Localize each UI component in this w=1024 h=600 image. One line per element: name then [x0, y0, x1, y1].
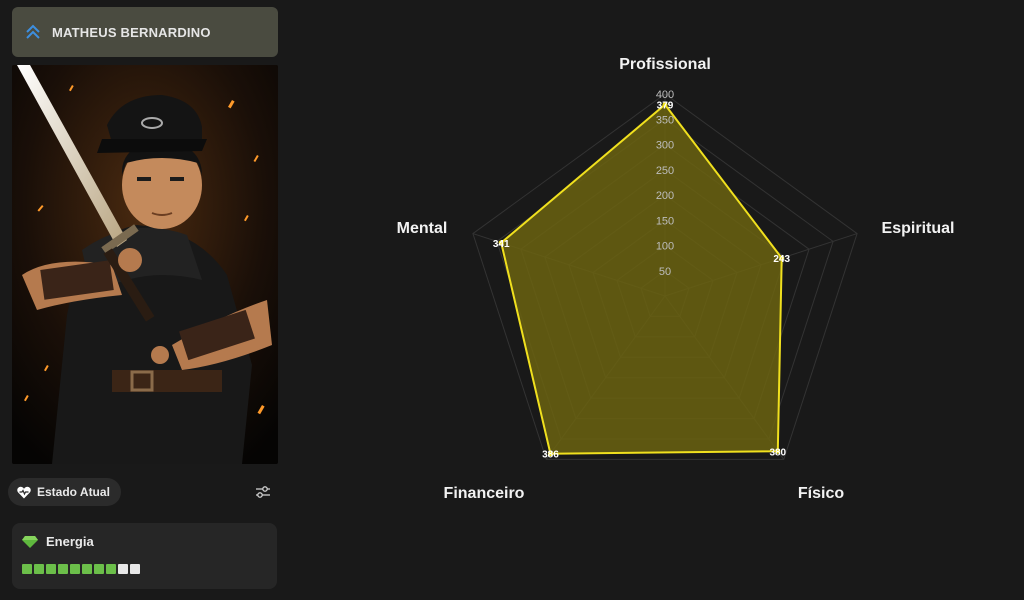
data-label: 380 — [769, 447, 786, 458]
radial-tick-label: 350 — [656, 114, 674, 126]
energy-segment — [82, 564, 92, 574]
energy-title: Energia — [22, 534, 94, 549]
radial-tick-label: 150 — [656, 215, 674, 227]
avatar-illustration — [12, 65, 278, 464]
series-area — [500, 103, 783, 455]
status-label: Estado Atual — [37, 485, 110, 499]
radar-svg: 50 100 150 200 250 300 350 400379 243 380 386 341 Pr… — [397, 56, 955, 502]
energy-segment — [34, 564, 44, 574]
sliders-icon[interactable] — [255, 485, 271, 499]
radial-tick-label: 200 — [656, 190, 674, 202]
gem-icon — [22, 535, 38, 548]
energy-segment — [106, 564, 116, 574]
energy-segment — [70, 564, 80, 574]
status-button[interactable]: Estado Atual — [8, 478, 121, 506]
radial-tick-label: 400 — [656, 89, 674, 101]
energy-segment — [46, 564, 56, 574]
energy-segment — [58, 564, 68, 574]
category-label: Financeiro — [444, 485, 525, 502]
chevrons-up-icon — [26, 24, 40, 39]
profile-name: MATHEUS BERNARDINO — [52, 24, 211, 40]
energy-segment — [118, 564, 128, 574]
energy-card: Energia — [12, 523, 277, 589]
data-label: 379 — [657, 101, 674, 112]
category-label: Físico — [798, 485, 844, 502]
profile-header[interactable]: MATHEUS BERNARDINO — [12, 7, 278, 57]
radial-tick-label: 300 — [656, 140, 674, 152]
category-label: Mental — [397, 220, 448, 237]
avatar — [12, 65, 278, 464]
energy-segment — [94, 564, 104, 574]
radial-tick-label: 250 — [656, 165, 674, 177]
category-label: Profissional — [619, 56, 711, 73]
category-label: Espiritual — [882, 220, 955, 237]
radial-tick-label: 100 — [656, 241, 674, 253]
energy-label: Energia — [46, 534, 94, 549]
data-label: 243 — [773, 254, 790, 265]
radial-tick-label: 50 — [659, 266, 671, 278]
energy-bar — [22, 564, 142, 574]
data-label: 341 — [493, 239, 510, 250]
heart-pulse-icon — [17, 486, 31, 498]
data-label: 386 — [542, 450, 559, 461]
energy-segment — [130, 564, 140, 574]
energy-segment — [22, 564, 32, 574]
sidebar: MATHEUS BERNARDINO Estado Atual Energia — [0, 0, 290, 600]
radar-chart: 50 100 150 200 250 300 350 400 379 243 380 386 341 Pr… — [290, 0, 1024, 600]
